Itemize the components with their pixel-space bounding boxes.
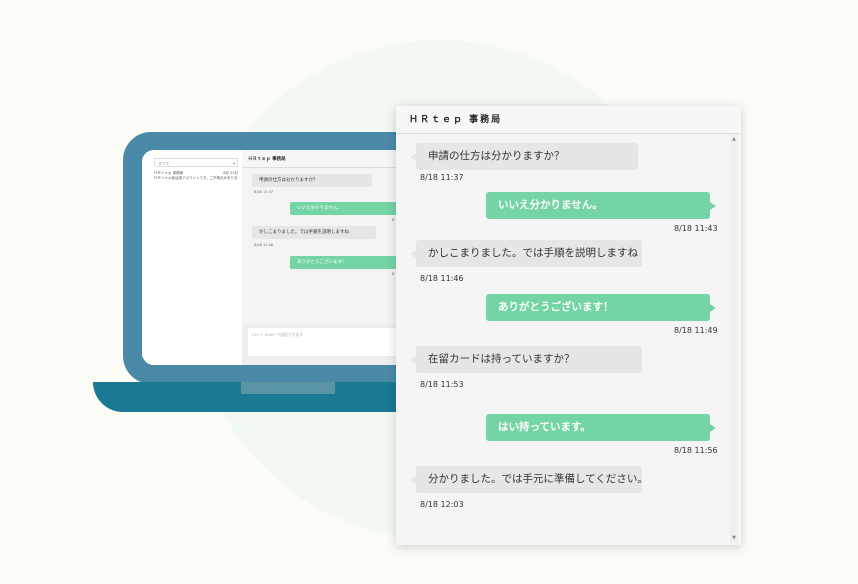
- message-timestamp: 8/18 11:37: [420, 173, 464, 182]
- chat-title: ＨＲｔｅｐ 事務局: [396, 106, 741, 134]
- scrollbar[interactable]: ▲ ▼: [730, 134, 738, 543]
- mini-message-time: 8/18 11:46: [254, 243, 274, 247]
- scroll-up-arrow-icon[interactable]: ▲: [730, 136, 738, 142]
- message-timestamp: 8/18 11:56: [674, 446, 718, 455]
- mini-message-input[interactable]: Ctrl ＋ Enter で送信できます: [248, 328, 408, 356]
- message-bubble-in: 申請の仕方は分かりますか？: [410, 143, 638, 170]
- mini-message-out: ありがとうございます！: [290, 256, 400, 269]
- laptop-notch: [241, 382, 335, 394]
- message-timestamp: 8/18 12:03: [420, 500, 464, 509]
- mini-chat-title: ＨＲｔｅｐ 事務局: [242, 150, 412, 168]
- message-bubble-out: はい持っています。: [486, 414, 716, 441]
- mini-room-preview: ＨＲｔｅｐ就活用アカウントです。ご不明点がありましたら…: [154, 176, 238, 180]
- message-timestamp: 8/18 11:53: [420, 380, 464, 389]
- message-timestamp: 8/18 11:46: [420, 274, 464, 283]
- chevron-down-icon: ▾: [232, 161, 235, 166]
- mini-message-in: 申請の仕方は分かりますか？: [252, 174, 372, 187]
- message-bubble-in: 分かりました。では手元に準備してください。: [410, 466, 648, 493]
- message-bubble-out: いいえ分かりません。: [486, 192, 716, 219]
- mini-message-time: 8/18 11:37: [254, 190, 274, 194]
- message-bubble-out: ありがとうございます！: [486, 294, 716, 321]
- message-timestamp: 8/18 11:49: [674, 326, 718, 335]
- message-bubble-in: 在留カードは持っていますか？: [410, 346, 642, 373]
- scroll-down-arrow-icon[interactable]: ▼: [730, 535, 738, 541]
- mini-message-out: いいえ分かりません。: [290, 202, 400, 215]
- mini-message-time: 8: [392, 272, 395, 276]
- message-timestamp: 8/18 11:43: [674, 224, 718, 233]
- mini-message-in: かしこまりました。では手順を説明しますね: [252, 226, 376, 239]
- chat-panel: ＨＲｔｅｐ 事務局 申請の仕方は分かりますか？ 8/18 11:37 いいえ分か…: [396, 106, 741, 545]
- mini-filter-select[interactable]: すべて ▾: [154, 158, 238, 167]
- laptop-screen: すべて ▾ ＨＲｔｅｐ 事務局 8月 23日 ＨＲｔｅｐ就活用アカウントです。ご…: [142, 150, 412, 365]
- message-bubble-in: かしこまりました。では手順を説明しますね: [410, 240, 642, 267]
- mini-room-date: 8月 23日: [223, 171, 238, 175]
- mini-message-time: 8: [392, 218, 395, 222]
- mini-chat: ＨＲｔｅｐ 事務局 申請の仕方は分かりますか？ 8/18 11:37 いいえ分か…: [242, 150, 412, 365]
- mini-filter-value: すべて: [158, 161, 170, 166]
- mini-room-item[interactable]: ＨＲｔｅｐ 事務局 8月 23日 ＨＲｔｅｐ就活用アカウントです。ご不明点があり…: [154, 171, 238, 181]
- mini-sidebar: すべて ▾ ＨＲｔｅｐ 事務局 8月 23日 ＨＲｔｅｐ就活用アカウントです。ご…: [142, 150, 243, 365]
